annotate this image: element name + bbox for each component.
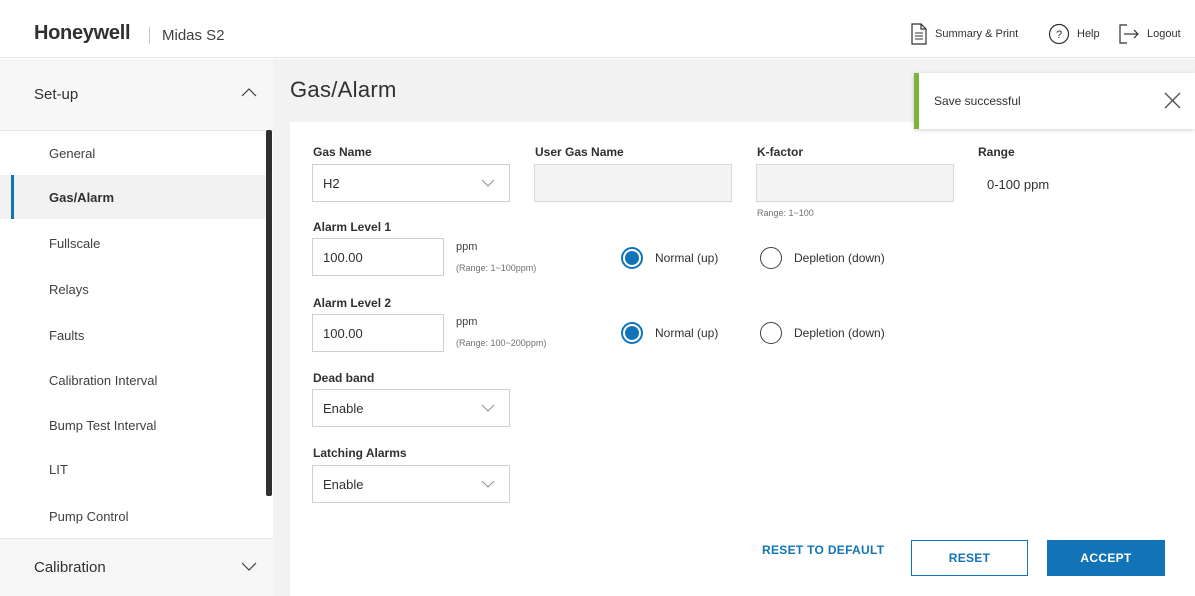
dead-band-select[interactable]: Enable: [312, 389, 510, 427]
sidebar-section-setup[interactable]: Set-up: [0, 59, 273, 131]
radio-unselected-icon: [760, 322, 782, 344]
logout-button[interactable]: Logout: [1118, 22, 1181, 46]
alarm2-normal-radio[interactable]: Normal (up): [621, 322, 718, 344]
logout-icon: [1119, 24, 1139, 44]
gas-name-select[interactable]: H2: [312, 164, 510, 202]
alarm-level-1-unit: ppm: [456, 241, 478, 253]
radio-selected-icon: [621, 322, 643, 344]
chevron-down-icon: [241, 562, 257, 571]
sidebar-item-label: Calibration Interval: [49, 372, 158, 388]
reset-button[interactable]: RESET: [911, 540, 1028, 576]
gas-name-value: H2: [323, 175, 340, 191]
brand-logo: Honeywell: [34, 22, 131, 44]
alarm1-depletion-radio[interactable]: Depletion (down): [760, 247, 885, 269]
alarm-level-2-unit: ppm: [456, 316, 478, 328]
product-name: Midas S2: [162, 27, 225, 44]
radio-selected-icon: [621, 247, 643, 269]
help-label: Help: [1077, 28, 1100, 40]
alarm2-depletion-label: Depletion (down): [794, 326, 885, 340]
reset-to-default-button[interactable]: RESET TO DEFAULT: [762, 543, 884, 557]
sidebar-item-calibration-interval[interactable]: Calibration Interval: [0, 358, 266, 402]
alarm-level-1-range: (Range: 1~100ppm): [456, 263, 537, 273]
sidebar-item-label: Relays: [49, 281, 89, 297]
user-gas-name-input[interactable]: [534, 164, 732, 202]
sidebar-item-bump-test-interval[interactable]: Bump Test Interval: [0, 403, 266, 447]
sidebar-scrollbar[interactable]: [266, 130, 272, 496]
alarm-level-2-value: 100.00: [323, 325, 363, 341]
sidebar-item-label: LIT: [49, 461, 68, 477]
summary-print-button[interactable]: Summary & Print: [910, 22, 1018, 46]
sidebar-item-fullscale[interactable]: Fullscale: [0, 221, 266, 265]
chevron-up-icon: [241, 88, 257, 97]
sidebar-item-general[interactable]: General: [0, 131, 266, 175]
svg-text:?: ?: [1056, 29, 1062, 41]
accept-button[interactable]: ACCEPT: [1047, 540, 1165, 576]
alarm2-depletion-radio[interactable]: Depletion (down): [760, 322, 885, 344]
alarm-level-2-input[interactable]: 100.00: [312, 314, 444, 352]
latching-alarms-label: Latching Alarms: [313, 446, 407, 460]
alarm2-normal-label: Normal (up): [655, 326, 719, 340]
sidebar-item-pump-control[interactable]: Pump Control: [0, 494, 266, 538]
calibration-section-label: Calibration: [34, 559, 106, 576]
app-header: Honeywell Midas S2 Summary & Print ? Hel…: [0, 8, 1195, 58]
chevron-down-icon: [481, 404, 495, 412]
alarm-level-2-label: Alarm Level 2: [313, 296, 392, 310]
kfactor-range-hint: Range: 1~100: [757, 208, 814, 218]
alarm-level-1-value: 100.00: [323, 249, 363, 265]
setup-section-label: Set-up: [34, 86, 79, 103]
sidebar-item-label: Fullscale: [49, 235, 101, 251]
sidebar-item-label: Pump Control: [49, 508, 129, 524]
alarm1-normal-radio[interactable]: Normal (up): [621, 247, 718, 269]
close-icon[interactable]: [1164, 92, 1181, 109]
page-title: Gas/Alarm: [290, 77, 397, 102]
alarm1-normal-label: Normal (up): [655, 251, 719, 265]
sidebar-item-label: Gas/Alarm: [49, 189, 115, 205]
kfactor-label: K-factor: [757, 145, 804, 159]
sidebar-item-label: Bump Test Interval: [49, 417, 157, 433]
sidebar-item-gas-alarm[interactable]: Gas/Alarm: [0, 175, 266, 219]
save-toast: Save successful: [914, 73, 1195, 129]
sidebar-item-label: General: [49, 145, 96, 161]
chevron-down-icon: [481, 179, 495, 187]
help-icon: ?: [1048, 23, 1070, 45]
summary-print-label: Summary & Print: [935, 28, 1019, 40]
alarm-level-2-range: (Range: 100~200ppm): [456, 338, 547, 348]
toast-message: Save successful: [934, 94, 1021, 108]
latching-alarms-value: Enable: [323, 476, 364, 492]
sidebar: Set-up General Gas/Alarm Fullscale Relay…: [0, 59, 273, 596]
range-value: 0-100 ppm: [987, 177, 1050, 192]
gas-name-label: Gas Name: [313, 145, 372, 159]
user-gas-name-label: User Gas Name: [535, 145, 624, 159]
dead-band-label: Dead band: [313, 371, 375, 385]
range-label: Range: [978, 145, 1015, 159]
radio-unselected-icon: [760, 247, 782, 269]
logout-label: Logout: [1147, 28, 1181, 40]
sidebar-item-faults[interactable]: Faults: [0, 313, 266, 357]
latching-alarms-select[interactable]: Enable: [312, 465, 510, 503]
sidebar-section-calibration[interactable]: Calibration: [0, 538, 273, 596]
brand-divider: [149, 27, 150, 44]
alarm1-depletion-label: Depletion (down): [794, 251, 885, 265]
kfactor-input[interactable]: [756, 164, 954, 202]
document-icon: [911, 23, 927, 45]
setup-nav-list: General Gas/Alarm Fullscale Relays Fault…: [0, 131, 273, 538]
sidebar-item-label: Faults: [49, 327, 85, 343]
help-button[interactable]: ? Help: [1048, 22, 1100, 46]
alarm-level-1-input[interactable]: 100.00: [312, 238, 444, 276]
sidebar-item-relays[interactable]: Relays: [0, 267, 266, 311]
sidebar-item-lit[interactable]: LIT: [0, 447, 266, 491]
alarm-level-1-label: Alarm Level 1: [313, 220, 392, 234]
dead-band-value: Enable: [323, 400, 364, 416]
chevron-down-icon: [481, 480, 495, 488]
